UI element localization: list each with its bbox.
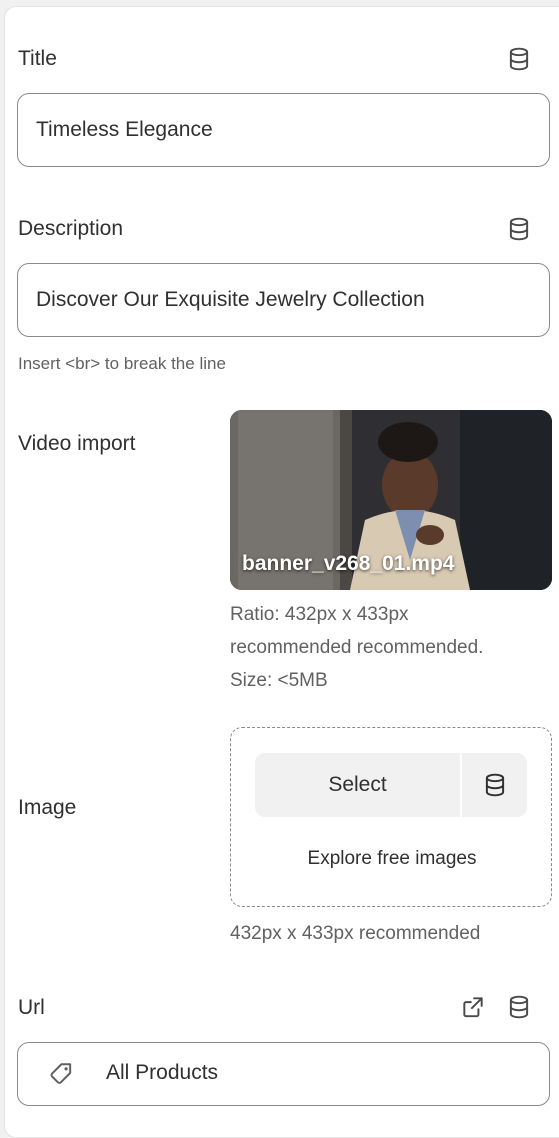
explore-free-images-link[interactable]: Explore free images	[231, 848, 553, 870]
video-import-label: Video import	[18, 432, 136, 455]
description-hint: Insert <br> to break the line	[18, 354, 226, 373]
url-input[interactable]: All Products	[17, 1042, 550, 1106]
video-thumbnail[interactable]: banner_v268_01.mp4	[230, 410, 552, 590]
description-input[interactable]: Discover Our Exquisite Jewelry Collectio…	[17, 263, 550, 337]
database-icon	[482, 772, 508, 798]
database-icon[interactable]	[506, 994, 532, 1020]
video-info-ratio: Ratio: 432px x 433px	[230, 604, 409, 625]
tag-icon	[48, 1059, 76, 1087]
title-input-value: Timeless Elegance	[36, 118, 213, 141]
title-label: Title	[18, 47, 57, 70]
video-info-size: Size: <5MB	[230, 670, 328, 691]
database-icon[interactable]	[506, 216, 532, 242]
video-info: Ratio: 432px x 433px recommended recomme…	[230, 598, 483, 697]
image-dropzone[interactable]: Select Explore free images	[230, 727, 552, 907]
url-input-value: All Products	[106, 1061, 219, 1084]
external-link-icon[interactable]	[460, 994, 486, 1020]
description-input-value: Discover Our Exquisite Jewelry Collectio…	[36, 288, 425, 311]
title-input[interactable]: Timeless Elegance	[17, 93, 550, 167]
image-hint: 432px x 433px recommended	[230, 923, 481, 944]
database-icon[interactable]	[506, 46, 532, 72]
description-label: Description	[18, 217, 124, 240]
select-image-button[interactable]: Select	[255, 753, 460, 817]
video-info-recommended: recommended recommended.	[230, 637, 484, 658]
image-database-button[interactable]	[462, 753, 527, 817]
url-label: Url	[18, 996, 45, 1019]
image-label: Image	[18, 796, 77, 819]
image-select-group: Select	[255, 753, 527, 817]
video-filename: banner_v268_01.mp4	[242, 552, 455, 575]
